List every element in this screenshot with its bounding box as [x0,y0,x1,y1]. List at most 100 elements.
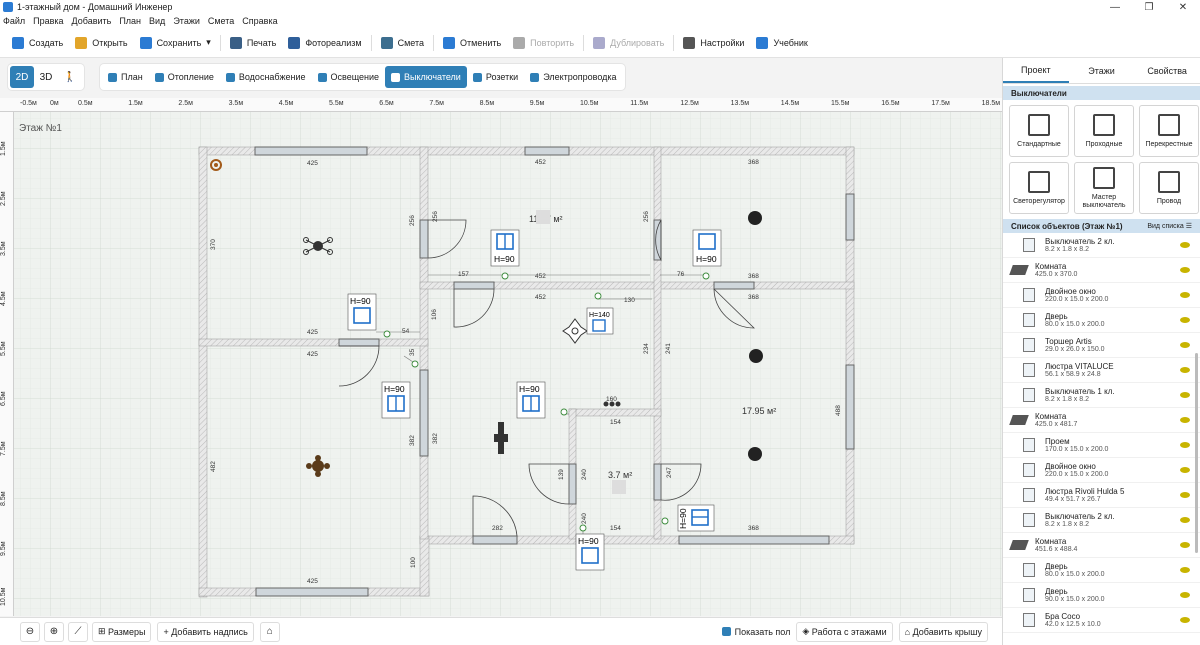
visibility-eye-icon[interactable] [1180,592,1190,598]
measure-icon[interactable]: ⟋ [68,621,88,642]
visibility-eye-icon[interactable] [1180,517,1190,523]
menu-item[interactable]: План [119,16,141,26]
list-item[interactable]: Комната 425.0 x 370.0 [1003,258,1200,283]
floor-plan-svg[interactable]: 11.57 м² 17.95 м² 3.7 м² 425 452 368 370… [0,98,1002,616]
object-list[interactable]: Выключатель 2 кл. 8.2 x 1.8 x 8.2 Комната 4… [1003,233,1200,643]
switch-double-icon[interactable]: H=90 [516,381,546,419]
panel-tab[interactable]: Этажи [1069,58,1135,83]
add-label-button[interactable]: + Добавить надпись [157,621,254,642]
menu-item[interactable]: Добавить [72,16,112,26]
panel-tab[interactable]: Свойства [1134,58,1200,83]
ceiling-light-icon[interactable] [749,349,763,363]
toolbar-button[interactable]: Открыть [69,31,133,55]
visibility-eye-icon[interactable] [1180,367,1190,373]
switch-double-icon[interactable]: H=90 [677,504,715,532]
list-item[interactable]: Дверь 80.0 x 15.0 x 200.0 [1003,558,1200,583]
view-mode-button[interactable]: 3D [34,66,58,88]
home-icon[interactable]: ⌂ [259,621,280,642]
visibility-eye-icon[interactable] [1180,392,1190,398]
list-item[interactable]: Люстра Rivoli Hulda 5 49.4 x 51.7 x 26.7 [1003,483,1200,508]
toolbar-button[interactable]: Создать [6,31,69,55]
list-item[interactable]: Проем 170.0 x 15.0 x 200.0 [1003,433,1200,458]
toolbar-button[interactable]: Дублировать [587,31,670,55]
dimensions-button[interactable]: ⊞ Размеры [92,621,152,642]
visibility-eye-icon[interactable] [1180,317,1190,323]
layer-tab[interactable]: План [102,66,149,88]
floors-button[interactable]: ◈ Работа с этажами [796,621,893,642]
toolbar-button[interactable]: Отменить [437,31,507,55]
object-name: Люстра VITALUCE [1045,362,1114,371]
list-item[interactable]: Бра Coco 42.0 x 12.5 x 10.0 [1003,608,1200,633]
layer-tab[interactable]: Розетки [467,66,524,88]
minimize-button[interactable]: — [1098,2,1132,13]
visibility-eye-icon[interactable] [1180,417,1190,423]
list-item[interactable]: Дверь 80.0 x 15.0 x 200.0 [1003,308,1200,333]
panel-tab[interactable]: Проект [1003,58,1069,83]
toolbar-button[interactable]: Повторить [507,31,580,55]
toolbar-button[interactable]: Печать [224,31,282,55]
visibility-eye-icon[interactable] [1180,467,1190,473]
list-item[interactable]: Дверь 90.0 x 15.0 x 200.0 [1003,583,1200,608]
visibility-eye-icon[interactable] [1180,492,1190,498]
switch-type-card[interactable]: Перекрестные [1139,105,1199,157]
list-item[interactable]: Двойное окно 220.0 x 15.0 x 200.0 [1003,283,1200,308]
toolbar-button[interactable]: Настройки [677,31,750,55]
switch-type-card[interactable]: Стандартные [1009,105,1069,157]
menu-item[interactable]: Справка [242,16,277,26]
toolbar-button[interactable]: Сохранить ▾ [134,31,217,55]
object-list-scrollbar[interactable] [1195,353,1198,553]
switch-single-icon[interactable]: H=90 [347,293,377,331]
visibility-eye-icon[interactable] [1180,242,1190,248]
switch-single-icon[interactable]: H=140 [586,307,614,335]
ceiling-light-icon[interactable] [748,447,762,461]
list-item[interactable]: Комната 451.6 x 488.4 [1003,533,1200,558]
visibility-eye-icon[interactable] [1180,617,1190,623]
ceiling-light-icon[interactable] [748,211,762,225]
toolbar-button[interactable]: Фотореализм [282,31,367,55]
list-item[interactable]: Двойное окно 220.0 x 15.0 x 200.0 [1003,458,1200,483]
zoom-in-icon[interactable]: ⊕ [44,621,64,642]
list-view-button[interactable]: Вид списка ☰ [1147,222,1192,230]
layer-tab[interactable]: Водоснабжение [220,66,312,88]
menu-item[interactable]: Смета [208,16,234,26]
close-button[interactable]: ✕ [1166,2,1200,13]
visibility-eye-icon[interactable] [1180,567,1190,573]
visibility-eye-icon[interactable] [1180,267,1190,273]
dropdown-arrow-icon[interactable]: ▾ [206,37,211,48]
list-item[interactable]: Люстра VITALUCE 56.1 x 58.9 x 24.8 [1003,358,1200,383]
view-mode-button[interactable]: 🚶 [58,66,82,88]
layer-tab[interactable]: Освещение [312,66,386,88]
switch-type-card[interactable]: Мастер выключатель [1074,162,1134,214]
visibility-eye-icon[interactable] [1180,542,1190,548]
visibility-eye-icon[interactable] [1180,442,1190,448]
menu-item[interactable]: Правка [33,16,63,26]
switch-type-card[interactable]: Светорегулятор [1009,162,1069,214]
layer-tab[interactable]: Электропроводка [524,66,622,88]
show-floor-checkbox[interactable] [721,627,731,636]
visibility-eye-icon[interactable] [1180,292,1190,298]
switch-double-icon[interactable]: H=90 [490,229,520,267]
view-mode-button[interactable]: 2D [10,66,34,88]
zoom-out-icon[interactable]: ⊖ [20,621,40,642]
switch-type-card[interactable]: Провод [1139,162,1199,214]
visibility-eye-icon[interactable] [1180,342,1190,348]
list-item[interactable]: Комната 425.0 x 481.7 [1003,408,1200,433]
layer-tab[interactable]: Отопление [149,66,220,88]
add-roof-button[interactable]: ⌂ Добавить крышу [898,621,988,642]
toolbar-button[interactable]: Учебник [750,31,813,55]
toolbar-button[interactable]: Смета [375,31,430,55]
list-item[interactable]: Выключатель 2 кл. 8.2 x 1.8 x 8.2 [1003,508,1200,533]
menu-item[interactable]: Этажи [173,16,200,26]
switch-single-icon[interactable]: H=90 [575,533,605,571]
menu-item[interactable]: Файл [3,16,25,26]
layer-tab[interactable]: Выключатели [385,66,467,88]
list-item[interactable]: Выключатель 1 кл. 8.2 x 1.8 x 8.2 [1003,383,1200,408]
switch-double-icon[interactable]: H=90 [381,381,411,419]
list-item[interactable]: Торшер Artis 29.0 x 26.0 x 150.0 [1003,333,1200,358]
list-item[interactable]: Выключатель 2 кл. 8.2 x 1.8 x 8.2 [1003,233,1200,258]
maximize-button[interactable]: ❐ [1132,2,1166,13]
menu-item[interactable]: Вид [149,16,165,26]
plan-canvas[interactable]: 11.57 м² 17.95 м² 3.7 м² 425 452 368 370… [0,98,1002,616]
switch-single-icon[interactable]: H=90 [692,229,722,267]
switch-type-card[interactable]: Проходные [1074,105,1134,157]
